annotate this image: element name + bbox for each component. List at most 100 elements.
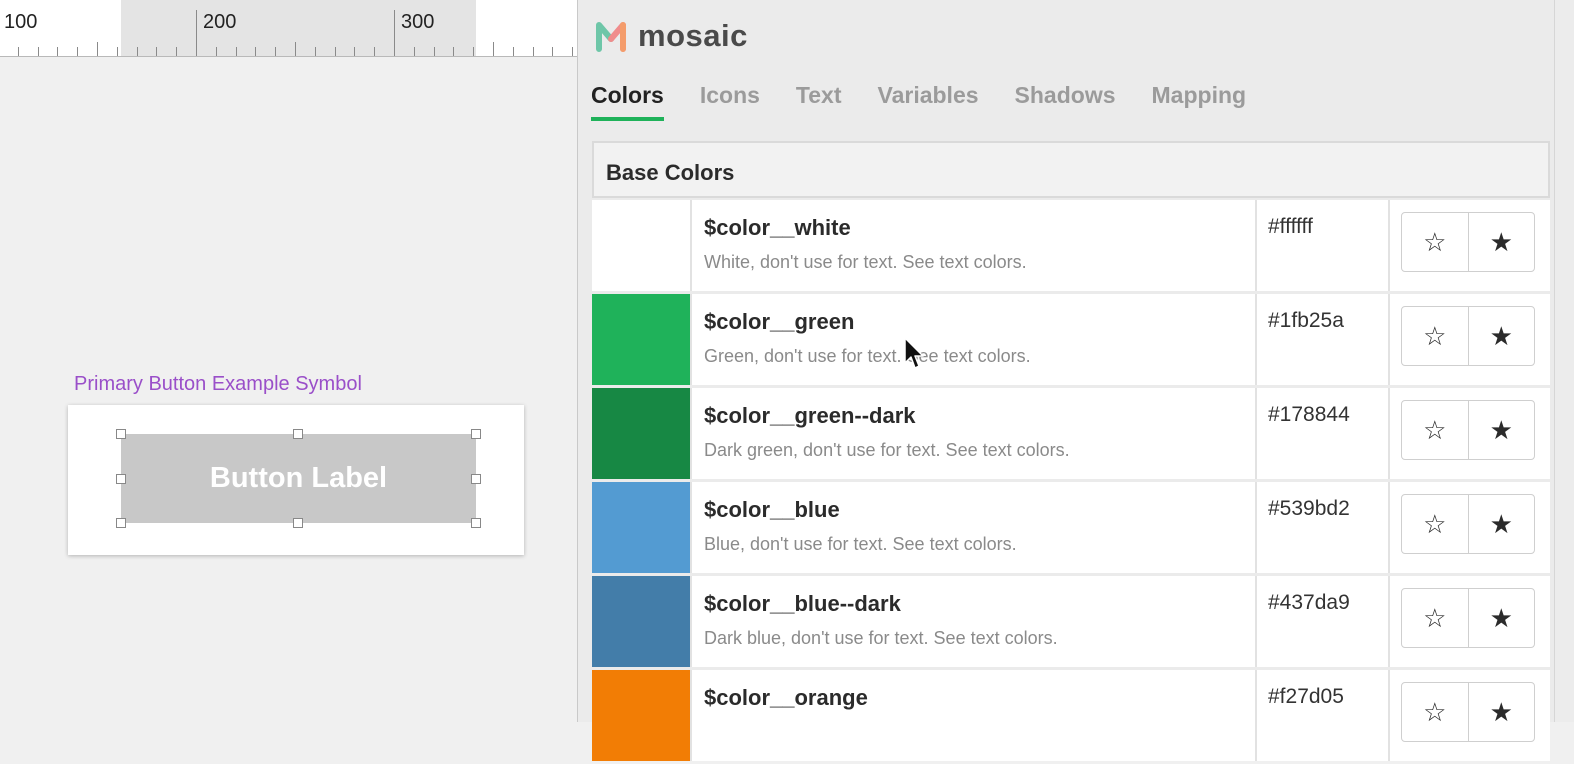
color-description: Dark blue, don't use for text. See text … [704,628,1058,648]
mosaic-panel: mosaic Colors Icons Text Variables Shado… [577,0,1574,761]
panel-scrollbar[interactable] [1554,0,1574,722]
tab-colors[interactable]: Colors [591,82,664,121]
tab-shadows[interactable]: Shadows [1015,82,1116,121]
ruler-tick [512,47,514,56]
color-description: Dark green, don't use for text. See text… [704,440,1070,460]
tab-mapping[interactable]: Mapping [1152,82,1247,121]
ruler-tick [354,47,356,56]
resize-handle-bottom[interactable] [293,518,303,528]
color-swatch [592,294,692,385]
color-swatch [592,670,692,761]
color-actions: ☆ ★ [1390,670,1550,761]
example-button-label: Button Label [209,462,388,494]
color-info: $color__orange [692,670,1257,761]
resize-handle-right[interactable] [471,474,481,484]
ruler-tick [473,47,475,56]
sketch-canvas[interactable]: 100 200 300 Primary Button Example Symbo… [0,0,577,722]
mosaic-m-logo-icon [596,22,626,52]
ruler-tick [572,47,574,56]
outline-star-button[interactable]: ☆ [1402,401,1468,459]
tab-bar: Colors Icons Text Variables Shadows Mapp… [591,82,1282,121]
outline-star-button[interactable]: ☆ [1402,589,1468,647]
color-actions: ☆ ★ [1390,388,1550,479]
ruler-tick [235,47,237,56]
symbol-name-label[interactable]: Primary Button Example Symbol [74,373,362,396]
ruler-tick [334,47,336,56]
star-button-group: ☆ ★ [1401,682,1535,742]
resize-handle-bottom-right[interactable] [471,518,481,528]
color-row: $color__white White, don't use for text.… [592,200,1550,291]
ruler-tick [275,47,277,56]
color-row: $color__orange #f27d05 ☆ ★ [592,670,1550,761]
resize-handle-left[interactable] [116,474,126,484]
color-swatch [592,576,692,667]
ruler-tick [156,47,158,56]
ruler-tick [215,47,217,56]
ruler-label-300: 300 [401,11,435,33]
tab-text[interactable]: Text [796,82,842,121]
color-hex-value: #539bd2 [1257,482,1390,573]
color-info: $color__green--dark Dark green, don't us… [692,388,1257,479]
outline-star-button[interactable]: ☆ [1402,307,1468,365]
color-info: $color__blue--dark Dark blue, don't use … [692,576,1257,667]
ruler-tick [196,10,197,56]
color-row: $color__blue--dark Dark blue, don't use … [592,576,1550,667]
star-button-group: ☆ ★ [1401,494,1535,554]
horizontal-ruler: 100 200 300 [0,0,577,57]
filled-star-button[interactable]: ★ [1467,683,1535,741]
color-hex-value: #178844 [1257,388,1390,479]
tab-icons[interactable]: Icons [700,82,760,121]
ruler-tick [374,47,376,56]
color-actions: ☆ ★ [1390,576,1550,667]
outline-star-button[interactable]: ☆ [1402,495,1468,553]
color-info: $color__green Green, don't use for text.… [692,294,1257,385]
star-button-group: ☆ ★ [1401,306,1535,366]
ruler-tick [413,47,415,56]
filled-star-button[interactable]: ★ [1467,307,1535,365]
star-button-group: ☆ ★ [1401,400,1535,460]
color-variable-name: $color__green--dark [704,403,916,428]
example-button[interactable]: Button Label [121,434,476,523]
ruler-tick [295,42,296,56]
color-row: $color__green--dark Dark green, don't us… [592,388,1550,479]
ruler-tick [552,47,554,56]
color-variable-name: $color__blue [704,497,840,522]
star-button-group: ☆ ★ [1401,212,1535,272]
ruler-tick [433,47,435,56]
color-row: $color__green Green, don't use for text.… [592,294,1550,385]
filled-star-button[interactable]: ★ [1467,589,1535,647]
filled-star-button[interactable]: ★ [1467,213,1535,271]
color-actions: ☆ ★ [1390,294,1550,385]
filled-star-button[interactable]: ★ [1467,495,1535,553]
symbol-artboard[interactable]: Button Label [68,405,524,555]
color-hex-value: #437da9 [1257,576,1390,667]
brand: mosaic [594,18,748,54]
tab-variables[interactable]: Variables [878,82,979,121]
resize-handle-bottom-left[interactable] [116,518,126,528]
ruler-tick [255,47,257,56]
ruler-tick [17,47,19,56]
ruler-label-200: 200 [203,11,237,33]
resize-handle-top-left[interactable] [116,429,126,439]
filled-star-button[interactable]: ★ [1467,401,1535,459]
star-button-group: ☆ ★ [1401,588,1535,648]
color-description: Blue, don't use for text. See text color… [704,534,1017,554]
ruler-tick [57,47,59,56]
outline-star-button[interactable]: ☆ [1402,213,1468,271]
ruler-tick [176,47,178,56]
resize-handle-top[interactable] [293,429,303,439]
color-variable-name: $color__blue--dark [704,591,901,616]
ruler-tick [493,42,494,56]
ruler-tick [532,47,534,56]
color-variable-name: $color__white [704,215,851,240]
color-description: Green, don't use for text. See text colo… [704,346,1031,366]
ruler-tick [136,47,138,56]
brand-name: mosaic [638,18,748,53]
resize-handle-top-right[interactable] [471,429,481,439]
color-swatch [592,482,692,573]
color-variable-name: $color__orange [704,685,868,710]
color-hex-value: #1fb25a [1257,294,1390,385]
color-description: White, don't use for text. See text colo… [704,252,1027,272]
outline-star-button[interactable]: ☆ [1402,683,1468,741]
ruler-tick [314,47,316,56]
